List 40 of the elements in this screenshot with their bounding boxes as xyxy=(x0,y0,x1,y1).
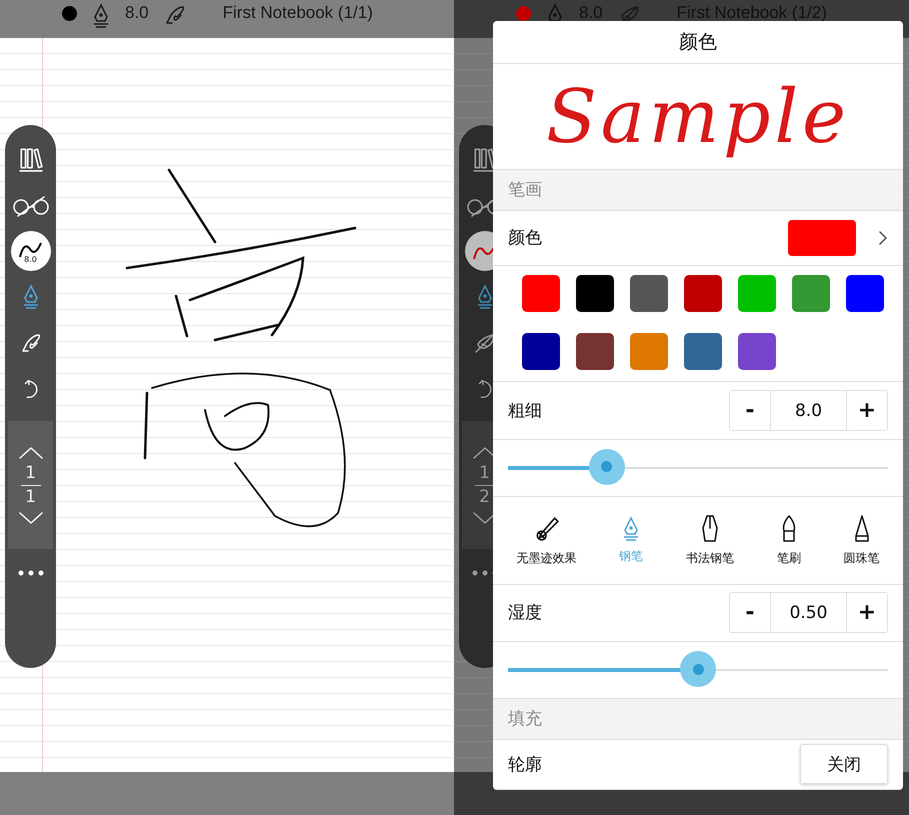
pen-type-option[interactable]: 笔刷 xyxy=(776,514,801,567)
thickness-label: 粗细 xyxy=(508,400,543,422)
section-header: 笔画 xyxy=(493,170,903,211)
slider-thumb[interactable] xyxy=(680,651,716,688)
close-button[interactable]: 关闭 xyxy=(800,744,888,784)
brush-button[interactable]: 8.0 xyxy=(10,231,50,271)
page-count: 2 xyxy=(479,488,490,506)
calligraphy-pen-icon[interactable] xyxy=(700,514,720,544)
color-chip[interactable] xyxy=(630,274,668,312)
color-chip[interactable] xyxy=(522,274,560,312)
color-row[interactable]: 颜色 xyxy=(493,210,903,266)
brush-size-label: 8.0 xyxy=(24,254,37,264)
color-chip[interactable] xyxy=(792,274,830,312)
page-number: 1 xyxy=(25,464,36,482)
color-chip[interactable] xyxy=(576,274,614,312)
page-number: 1 xyxy=(479,464,490,482)
section-header: 填充 xyxy=(493,699,903,740)
pen-icon xyxy=(91,3,111,29)
wetness-label: 湿度 xyxy=(508,602,543,624)
pen-type-option[interactable]: 无墨迹效果 xyxy=(516,514,576,567)
color-chip[interactable] xyxy=(684,274,722,312)
dialog-title: 颜色 xyxy=(493,21,903,64)
page-count: 1 xyxy=(25,488,36,506)
pen-type-option[interactable]: 书法钢笔 xyxy=(686,514,734,567)
slider-thumb[interactable] xyxy=(588,448,625,485)
color-chip[interactable] xyxy=(846,274,884,312)
color-chip[interactable] xyxy=(684,332,722,370)
pen-type-option[interactable]: 圆珠笔 xyxy=(844,514,880,567)
outline-label: 轮廓 xyxy=(508,754,543,776)
more-icon[interactable] xyxy=(18,570,44,576)
color-chip[interactable] xyxy=(576,332,614,370)
notebook-title: First Notebook (1/1) xyxy=(222,3,373,23)
color-chip[interactable] xyxy=(738,274,776,312)
glasses-icon[interactable] xyxy=(12,194,50,218)
color-label: 颜色 xyxy=(508,227,543,250)
color-chip[interactable] xyxy=(522,332,560,370)
color-chip[interactable] xyxy=(738,332,776,370)
chevron-right-icon[interactable] xyxy=(878,230,888,246)
color-chip[interactable] xyxy=(630,332,668,370)
brush-size: 8.0 xyxy=(125,3,149,23)
